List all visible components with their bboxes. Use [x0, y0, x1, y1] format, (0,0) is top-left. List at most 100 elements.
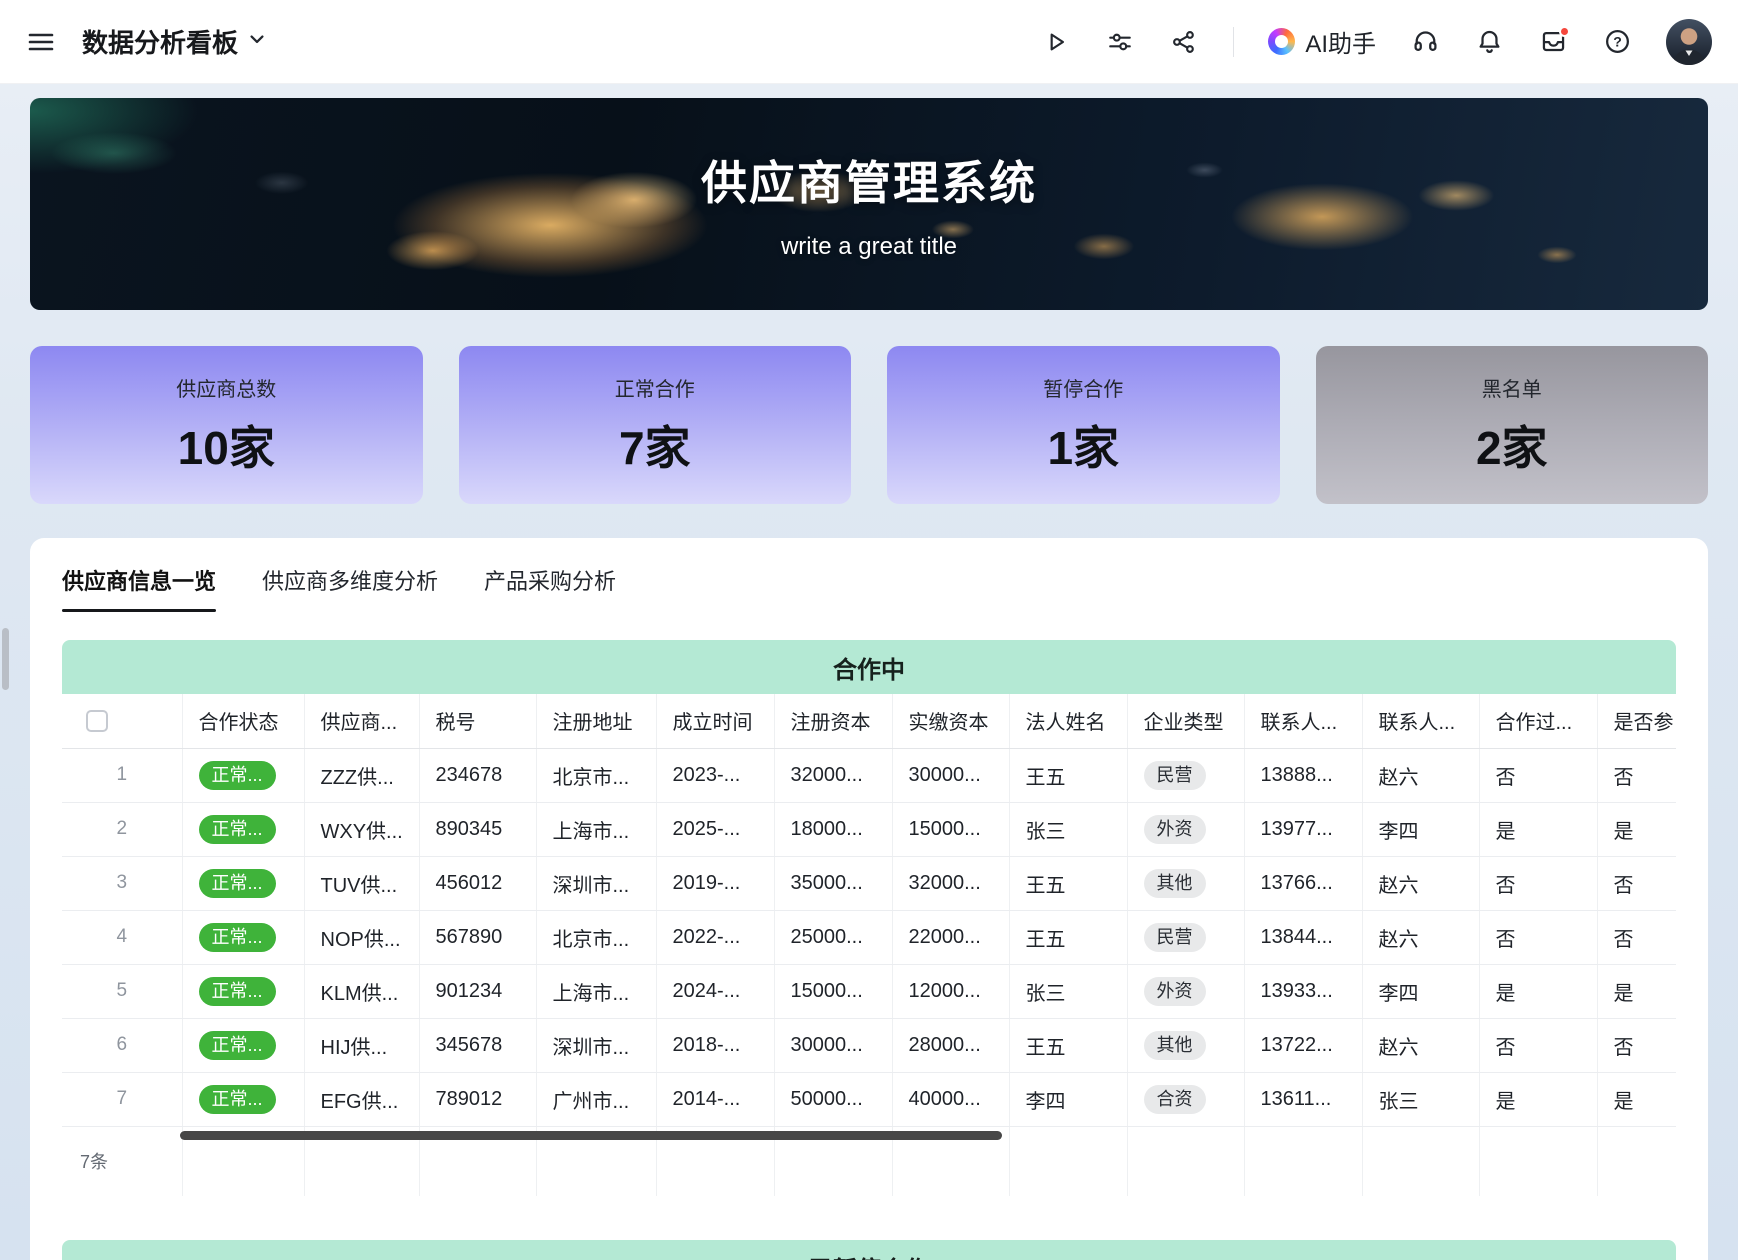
run-icon[interactable] — [1041, 27, 1071, 57]
registered-capital-cell: 15000... — [774, 964, 892, 1018]
contact-phone-cell: 13933... — [1244, 964, 1362, 1018]
table-row[interactable]: 7正常...EFG供...789012广州市...2014-...50000..… — [62, 1072, 1676, 1126]
address-cell: 深圳市... — [536, 1018, 656, 1072]
headset-icon[interactable] — [1410, 27, 1440, 57]
table-cell: 正常... — [182, 748, 304, 802]
stat-value: 10家 — [178, 412, 275, 478]
chevron-down-icon — [248, 30, 266, 53]
table-cell: 外资 — [1127, 802, 1244, 856]
status-badge: 正常... — [199, 977, 276, 1006]
stat-card-paused-cooperation: 暂停合作 1家 — [887, 346, 1280, 504]
status-badge: 正常... — [199, 1031, 276, 1060]
topbar-divider — [1233, 27, 1234, 57]
column-header: 实缴资本 — [892, 694, 1009, 748]
tab-supplier-overview[interactable]: 供应商信息一览 — [62, 564, 216, 612]
content-panel: 供应商信息一览 供应商多维度分析 产品采购分析 合作中 — [30, 538, 1708, 1260]
registered-capital-cell: 35000... — [774, 856, 892, 910]
stat-value: 1家 — [1047, 412, 1119, 478]
table-row[interactable]: 6正常...HIJ供...345678深圳市...2018-...30000..… — [62, 1018, 1676, 1072]
contact-name-cell: 张三 — [1362, 1072, 1479, 1126]
company-type-badge: 其他 — [1144, 869, 1206, 898]
tab-procurement-analysis[interactable]: 产品采购分析 — [484, 564, 616, 612]
tab-supplier-analysis[interactable]: 供应商多维度分析 — [262, 564, 438, 612]
notification-dot — [1559, 26, 1570, 37]
founded-cell: 2024-... — [656, 964, 774, 1018]
contact-name-cell: 赵六 — [1362, 748, 1479, 802]
table-header-row: 合作状态供应商...税号注册地址成立时间注册资本实缴资本法人姓名企业类型联系人.… — [62, 694, 1676, 748]
legal-person-cell: 李四 — [1009, 1072, 1127, 1126]
dashboard-title-dropdown[interactable]: 数据分析看板 — [82, 23, 266, 60]
footer-cell — [1597, 1126, 1676, 1196]
cooperated-cell: 否 — [1479, 748, 1597, 802]
page-title: 数据分析看板 — [82, 23, 238, 60]
table-cell: 民营 — [1127, 910, 1244, 964]
horizontal-scrollbar[interactable] — [180, 1131, 1002, 1140]
hero-subtitle: write a great title — [781, 233, 957, 261]
cooperated-cell: 是 — [1479, 802, 1597, 856]
company-type-badge: 外资 — [1144, 977, 1206, 1006]
stat-cards: 供应商总数 10家 正常合作 7家 暂停合作 1家 黑名单 2家 — [30, 346, 1708, 504]
address-cell: 深圳市... — [536, 856, 656, 910]
participates-cell: 否 — [1597, 856, 1676, 910]
table-row[interactable]: 1正常...ZZZ供...234678北京市...2023-...32000..… — [62, 748, 1676, 802]
address-cell: 上海市... — [536, 802, 656, 856]
legal-person-cell: 张三 — [1009, 964, 1127, 1018]
column-header: 联系人... — [1244, 694, 1362, 748]
legal-person-cell: 张三 — [1009, 802, 1127, 856]
table-row[interactable]: 2正常...WXY供...890345上海市...2025-...18000..… — [62, 802, 1676, 856]
supplier-cell: KLM供... — [304, 964, 419, 1018]
supplier-cell: WXY供... — [304, 802, 419, 856]
participates-cell: 否 — [1597, 748, 1676, 802]
paid-capital-cell: 15000... — [892, 802, 1009, 856]
contact-phone-cell: 13888... — [1244, 748, 1362, 802]
founded-cell: 2014-... — [656, 1072, 774, 1126]
tax-no-cell: 345678 — [419, 1018, 536, 1072]
cooperated-cell: 否 — [1479, 910, 1597, 964]
supplier-cell: TUV供... — [304, 856, 419, 910]
table-row[interactable]: 4正常...NOP供...567890北京市...2022-...25000..… — [62, 910, 1676, 964]
address-cell: 北京市... — [536, 910, 656, 964]
row-index: 7 — [62, 1072, 182, 1126]
table-cell: 正常... — [182, 910, 304, 964]
table-row[interactable]: 3正常...TUV供...456012深圳市...2019-...35000..… — [62, 856, 1676, 910]
registered-capital-cell: 30000... — [774, 1018, 892, 1072]
topbar: 数据分析看板 — [0, 0, 1738, 84]
founded-cell: 2019-... — [656, 856, 774, 910]
bell-icon[interactable] — [1474, 27, 1504, 57]
contact-phone-cell: 13722... — [1244, 1018, 1362, 1072]
table-row[interactable]: 5正常...KLM供...901234上海市...2024-...15000..… — [62, 964, 1676, 1018]
company-type-badge: 外资 — [1144, 815, 1206, 844]
tax-no-cell: 567890 — [419, 910, 536, 964]
footer-cell — [1244, 1126, 1362, 1196]
supplier-cell: NOP供... — [304, 910, 419, 964]
select-all-checkbox[interactable] — [86, 710, 108, 732]
menu-icon[interactable] — [26, 27, 56, 57]
page-scrollbar[interactable] — [2, 628, 9, 690]
table-cell: 正常... — [182, 856, 304, 910]
settings-icon[interactable] — [1105, 27, 1135, 57]
address-cell: 上海市... — [536, 964, 656, 1018]
column-header: 成立时间 — [656, 694, 774, 748]
registered-capital-cell: 50000... — [774, 1072, 892, 1126]
stat-label: 正常合作 — [615, 373, 695, 402]
status-badge: 正常... — [199, 923, 276, 952]
table-cell: 外资 — [1127, 964, 1244, 1018]
avatar[interactable] — [1666, 19, 1712, 65]
help-icon[interactable]: ? — [1602, 27, 1632, 57]
registered-capital-cell: 25000... — [774, 910, 892, 964]
tax-no-cell: 456012 — [419, 856, 536, 910]
founded-cell: 2022-... — [656, 910, 774, 964]
tab-bar: 供应商信息一览 供应商多维度分析 产品采购分析 — [62, 564, 1676, 612]
company-type-badge: 其他 — [1144, 1031, 1206, 1060]
share-icon[interactable] — [1169, 27, 1199, 57]
table-cell: 正常... — [182, 964, 304, 1018]
company-type-badge: 合资 — [1144, 1085, 1206, 1114]
contact-name-cell: 赵六 — [1362, 1018, 1479, 1072]
ai-assistant-button[interactable]: AI助手 — [1268, 24, 1376, 59]
column-header: 法人姓名 — [1009, 694, 1127, 748]
tax-no-cell: 901234 — [419, 964, 536, 1018]
supplier-cell: HIJ供... — [304, 1018, 419, 1072]
inbox-icon[interactable] — [1538, 27, 1568, 57]
paid-capital-cell: 12000... — [892, 964, 1009, 1018]
contact-name-cell: 李四 — [1362, 964, 1479, 1018]
